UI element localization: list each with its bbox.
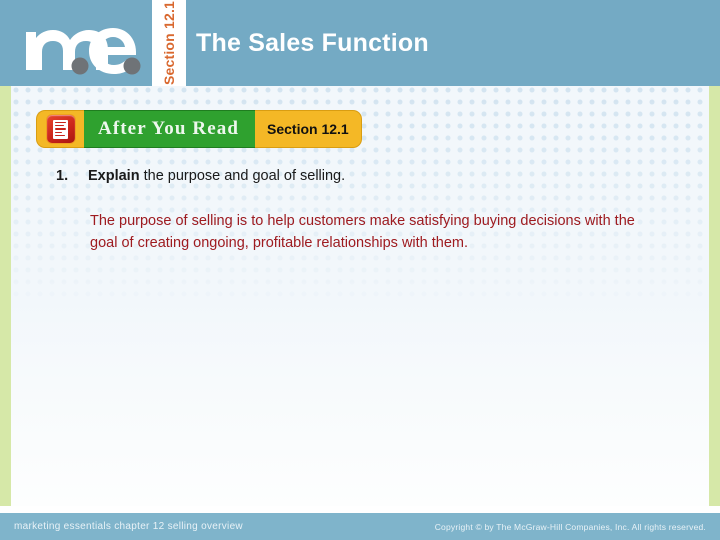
- after-you-read-banner: After You Read Section 12.1: [36, 110, 362, 148]
- right-green-accent-strip: [709, 86, 720, 506]
- content-fade-overlay: [0, 300, 720, 506]
- slide-header: Section 12.1 The Sales Function: [0, 0, 720, 86]
- banner-section-pill: Section 12.1: [255, 110, 362, 148]
- left-green-accent-strip: [0, 86, 11, 506]
- banner-label-container: After You Read: [84, 110, 255, 148]
- slide-footer: marketing essentials chapter 12 selling …: [0, 513, 720, 540]
- page-title: The Sales Function: [196, 28, 429, 57]
- question-item: 1. Explain the purpose and goal of selli…: [56, 167, 656, 186]
- slide-canvas: Section 12.1 The Sales Function After Yo…: [0, 0, 720, 540]
- footer-copyright: Copyright © by The McGraw-Hill Companies…: [434, 521, 706, 532]
- banner-section-label: Section 12.1: [267, 121, 349, 137]
- footer-breadcrumb: marketing essentials chapter 12 selling …: [14, 521, 243, 532]
- section-tab-label: Section 12.1: [161, 0, 177, 86]
- banner-label: After You Read: [98, 118, 239, 139]
- question-text: Explain the purpose and goal of selling.: [88, 167, 345, 186]
- section-vertical-tab: Section 12.1: [152, 0, 186, 86]
- question-verb: Explain: [88, 168, 140, 184]
- footer-spacer: [0, 506, 720, 513]
- me-logo: [24, 14, 146, 76]
- document-icon: [45, 114, 76, 144]
- document-icon-page: [53, 119, 68, 139]
- question-remainder: the purpose and goal of selling.: [139, 168, 346, 184]
- answer-text: The purpose of selling is to help custom…: [90, 213, 635, 252]
- question-number: 1.: [56, 168, 69, 184]
- banner-icon-container: [36, 110, 84, 148]
